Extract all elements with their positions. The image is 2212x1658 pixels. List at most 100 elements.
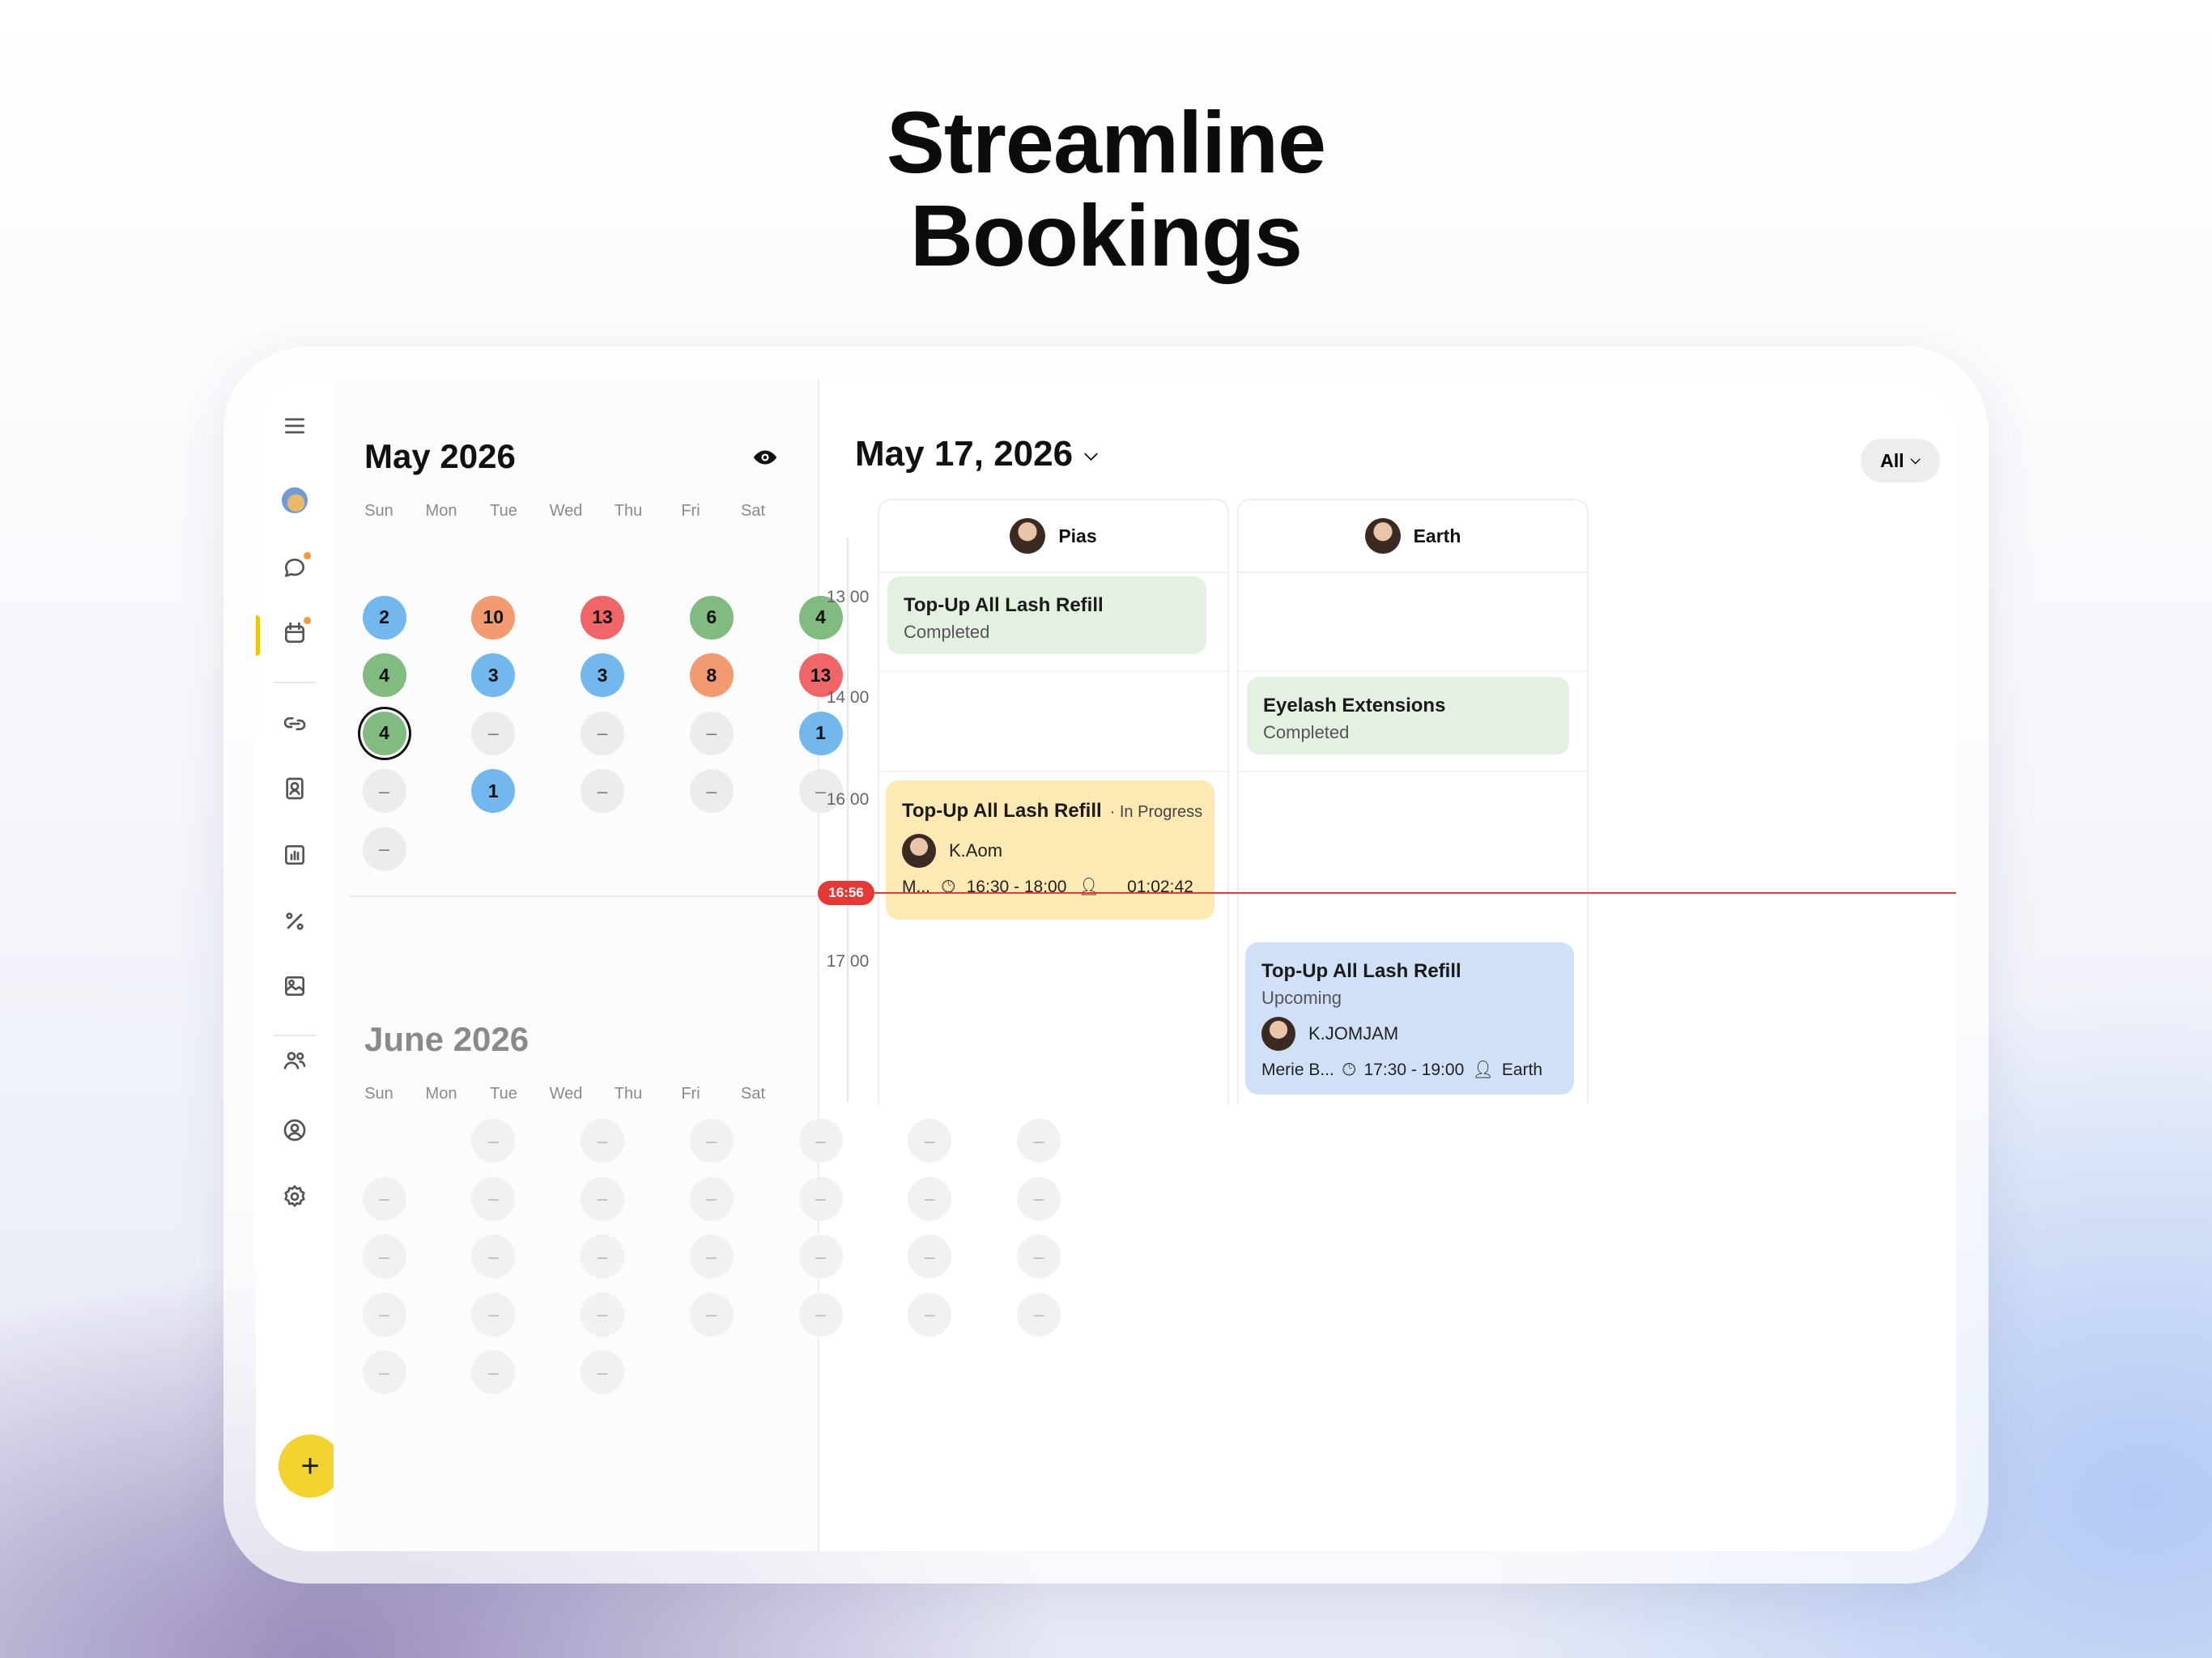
chat-icon[interactable] [279, 552, 311, 585]
team-icon[interactable] [279, 1044, 311, 1077]
day-cell[interactable]: – [362, 1235, 406, 1278]
booking-card[interactable]: Top-Up All Lash Refill Completed [887, 576, 1206, 654]
booking-card[interactable]: Eyelash Extensions Completed [1247, 677, 1569, 755]
staff-header[interactable]: Earth [1239, 500, 1587, 573]
eye-icon[interactable] [751, 444, 779, 471]
client-photo [902, 834, 936, 868]
day-cell[interactable]: – [471, 1176, 516, 1221]
weekday-label: Sun [364, 502, 393, 520]
weekday-label: Tue [490, 502, 517, 520]
booking-meta: M... 🕑︎ 16:30 - 18:00 👤︎ 01:02:42 [902, 878, 1198, 897]
weekday-label: Sat [740, 1085, 766, 1103]
day-cell[interactable]: – [581, 1350, 624, 1394]
weekday-label: Wed [549, 502, 583, 520]
staff-header[interactable]: Pias [879, 500, 1227, 573]
booking-card[interactable]: Top-Up All Lash Refill Upcoming K.JOMJAM… [1245, 942, 1574, 1095]
day-cell[interactable]: – [689, 1119, 734, 1163]
rail-divider [274, 682, 316, 683]
avatar[interactable] [282, 487, 308, 513]
percent-icon[interactable] [279, 905, 311, 937]
day-cell[interactable]: – [689, 711, 734, 755]
day-cell[interactable]: – [362, 1176, 406, 1221]
gallery-icon[interactable] [279, 970, 311, 1002]
client-photo [1261, 1017, 1295, 1051]
day-cell[interactable]: – [689, 1235, 734, 1278]
weekday-label: Mon [425, 502, 457, 520]
staff-name: Earth [1413, 525, 1461, 546]
headline: Streamline Bookings [0, 96, 2212, 282]
active-indicator [256, 615, 260, 656]
day-cell[interactable]: – [362, 769, 406, 813]
client-row: K.JOMJAM [1261, 1017, 1558, 1051]
day-cell[interactable]: – [471, 1350, 516, 1394]
day-cell[interactable]: – [581, 1176, 624, 1221]
day-cell[interactable]: – [689, 1292, 734, 1337]
schedule-view: May 17, 2026 ⌵ All ⌵ 13:00 14:00 16:00 1… [818, 379, 1956, 1551]
day-cell[interactable]: – [689, 769, 734, 813]
june-month-title: June 2026 [364, 1020, 530, 1058]
booking-time: 16:30 - 18:00 [966, 878, 1067, 896]
booking-title: Top-Up All Lash Refill [902, 800, 1102, 822]
day-cell[interactable]: – [581, 711, 624, 755]
day-cell[interactable]: – [581, 1235, 624, 1278]
day-cell[interactable]: – [689, 1176, 734, 1221]
day-cell[interactable]: – [581, 769, 624, 813]
staff-filter-label: All [1880, 449, 1904, 471]
add-booking-button[interactable]: + [279, 1435, 342, 1498]
current-time-line [874, 892, 1956, 894]
date-picker[interactable]: May 17, 2026 ⌵ [855, 434, 1098, 474]
notification-dot [304, 617, 311, 624]
settings-icon[interactable] [279, 1180, 311, 1213]
day-cell[interactable]: – [581, 1292, 624, 1337]
day-cell[interactable]: – [471, 1235, 516, 1278]
day-cell[interactable]: 3 [471, 653, 516, 697]
link-icon[interactable] [279, 708, 311, 740]
current-time-badge: 16:56 [818, 881, 874, 905]
hour-gridline [1239, 670, 1587, 672]
chevron-down-icon: ⌵ [1084, 444, 1098, 464]
day-cell[interactable]: 8 [689, 653, 734, 697]
client-row: K.Aom [902, 834, 1198, 868]
booking-card-in-progress[interactable]: Top-Up All Lash Refill · In Progress K.A… [886, 780, 1214, 920]
chart-icon[interactable] [279, 839, 311, 871]
person-icon: 👤︎ [1472, 1061, 1494, 1079]
day-cell[interactable]: 13 [581, 595, 624, 640]
weekday-label: Thu [614, 502, 643, 520]
notification-dot [304, 552, 311, 559]
client-name: K.JOMJAM [1308, 1023, 1399, 1044]
booking-title: Eyelash Extensions [1263, 695, 1446, 716]
day-cell[interactable]: 1 [471, 769, 516, 813]
booking-title: Top-Up All Lash Refill [904, 594, 1104, 616]
assigned-staff: Earth [1501, 1061, 1543, 1079]
weekday-label: Thu [614, 1085, 643, 1103]
mini-calendar-panel: May 2026 SunMonTueWedThuFriSat1417210136… [334, 379, 1061, 1551]
account-icon[interactable] [279, 1114, 311, 1146]
day-cell[interactable]: – [362, 1292, 406, 1337]
day-cell[interactable]: 4 [362, 653, 406, 697]
day-cell[interactable]: – [581, 1119, 624, 1163]
day-cell[interactable]: 2 [362, 595, 406, 640]
day-cell[interactable]: 10 [471, 595, 516, 640]
booking-time: 17:30 - 19:00 [1363, 1061, 1465, 1079]
calendar-icon[interactable] [279, 617, 311, 649]
hour-gridline [879, 670, 1227, 672]
weekday-label: Sun [364, 1085, 393, 1103]
day-cell[interactable]: – [362, 827, 406, 871]
day-cell[interactable]: – [471, 1292, 516, 1337]
staff-filter-button[interactable]: All ⌵ [1861, 439, 1940, 483]
day-cell[interactable]: 3 [581, 653, 624, 697]
day-cell-selected[interactable]: 4 [362, 711, 406, 755]
menu-icon[interactable] [279, 410, 311, 442]
chevron-down-icon: ⌵ [1910, 453, 1921, 467]
contact-icon[interactable] [279, 772, 311, 805]
day-cell[interactable]: – [471, 1119, 516, 1163]
app-screen: + May 2026 SunMonTueWedThuFriSat14172101… [256, 379, 1956, 1551]
time-axis-line [847, 538, 849, 1103]
booking-meta: Merie B... 🕑︎ 17:30 - 19:00 👤︎ Earth [1261, 1061, 1558, 1080]
day-cell[interactable]: – [362, 1350, 406, 1394]
booking-status: Completed [904, 622, 990, 642]
day-cell[interactable]: – [471, 711, 516, 755]
clock-icon: 🕑︎ [1342, 1061, 1356, 1079]
day-cell[interactable]: 6 [689, 595, 734, 640]
weekday-label: Wed [549, 1085, 583, 1103]
